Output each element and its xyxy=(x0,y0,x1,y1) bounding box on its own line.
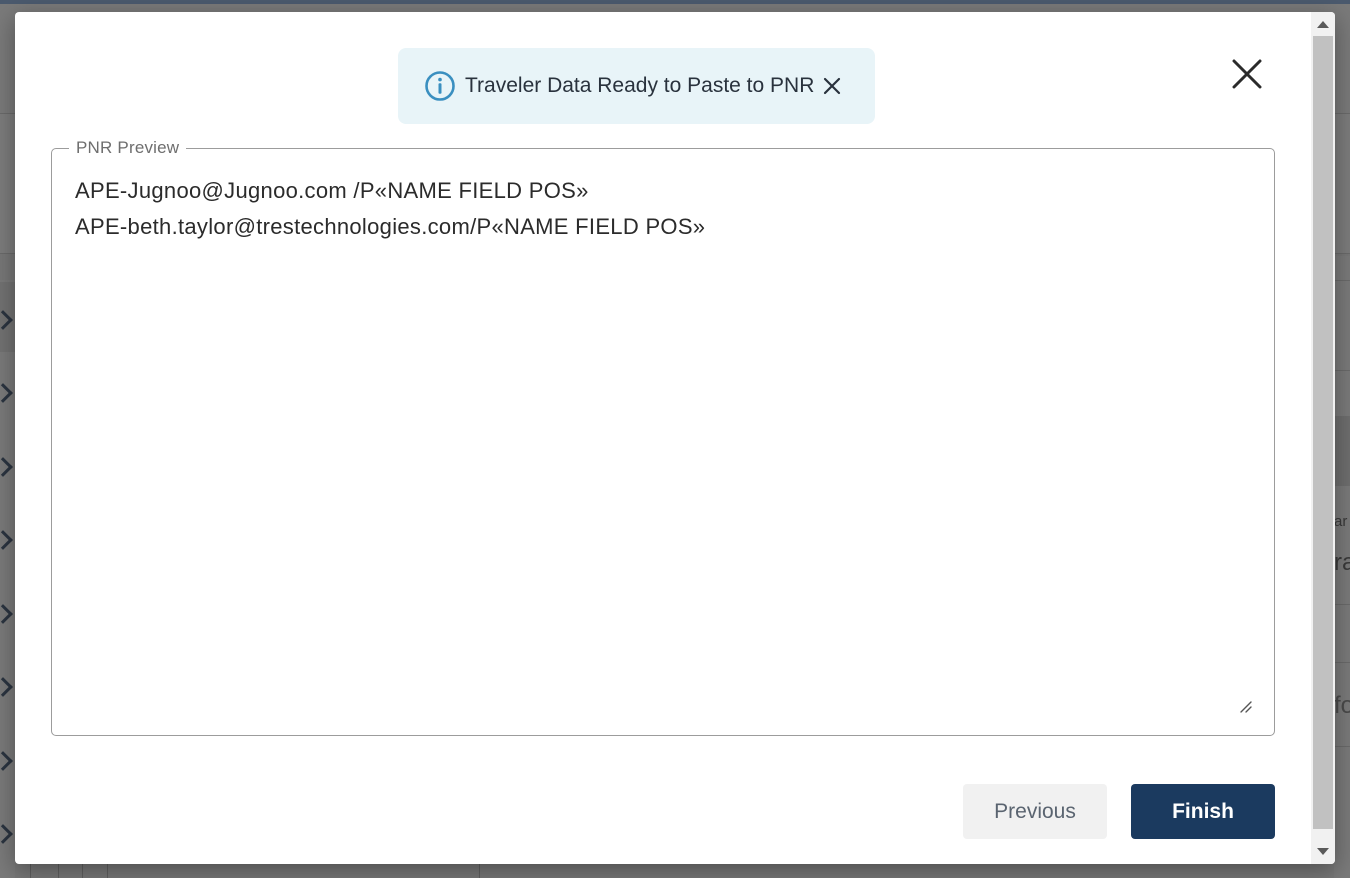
scroll-down-arrow-icon[interactable] xyxy=(1317,848,1329,855)
toast-message: Traveler Data Ready to Paste to PNR xyxy=(465,74,815,97)
resize-handle-icon[interactable] xyxy=(1238,699,1252,713)
preview-line: APE-beth.taylor@trestechnologies.com/P«N… xyxy=(75,214,706,239)
close-icon[interactable] xyxy=(823,77,841,95)
background-divider xyxy=(1334,604,1350,605)
previous-button[interactable]: Previous xyxy=(963,784,1107,839)
background-divider xyxy=(1334,662,1350,663)
scroll-up-arrow-icon[interactable] xyxy=(1317,21,1329,28)
background-divider xyxy=(1334,280,1350,281)
background-bottom-panel xyxy=(30,864,480,878)
background-divider xyxy=(107,864,108,878)
pnr-preview-textarea[interactable]: APE-Jugnoo@Jugnoo.com /P«NAME FIELD POS»… xyxy=(75,173,1225,693)
background-divider xyxy=(82,864,83,878)
background-divider xyxy=(1334,746,1350,747)
modal-close-button[interactable] xyxy=(1232,59,1262,89)
background-divider xyxy=(58,864,59,878)
pnr-preview-modal: Traveler Data Ready to Paste to PNR PNR … xyxy=(15,12,1335,864)
background-text-fragment: ar xyxy=(1334,513,1348,530)
preview-line: APE-Jugnoo@Jugnoo.com /P«NAME FIELD POS» xyxy=(75,178,589,203)
finish-button[interactable]: Finish xyxy=(1131,784,1275,839)
background-text-fragment: ra xyxy=(1334,549,1350,576)
background-left-column xyxy=(0,280,15,878)
scrollbar-thumb[interactable] xyxy=(1313,36,1333,829)
info-circle-icon xyxy=(425,71,455,101)
modal-scrollbar[interactable] xyxy=(1311,12,1335,864)
info-toast: Traveler Data Ready to Paste to PNR xyxy=(398,48,875,124)
background-text-fragment: fo xyxy=(1334,692,1350,719)
pnr-preview-label: PNR Preview xyxy=(69,138,187,158)
close-icon[interactable] xyxy=(1232,59,1262,89)
pnr-preview-field[interactable]: PNR Preview APE-Jugnoo@Jugnoo.com /P«NAM… xyxy=(51,138,1275,736)
background-divider xyxy=(1334,370,1350,371)
background-block xyxy=(1334,416,1350,486)
